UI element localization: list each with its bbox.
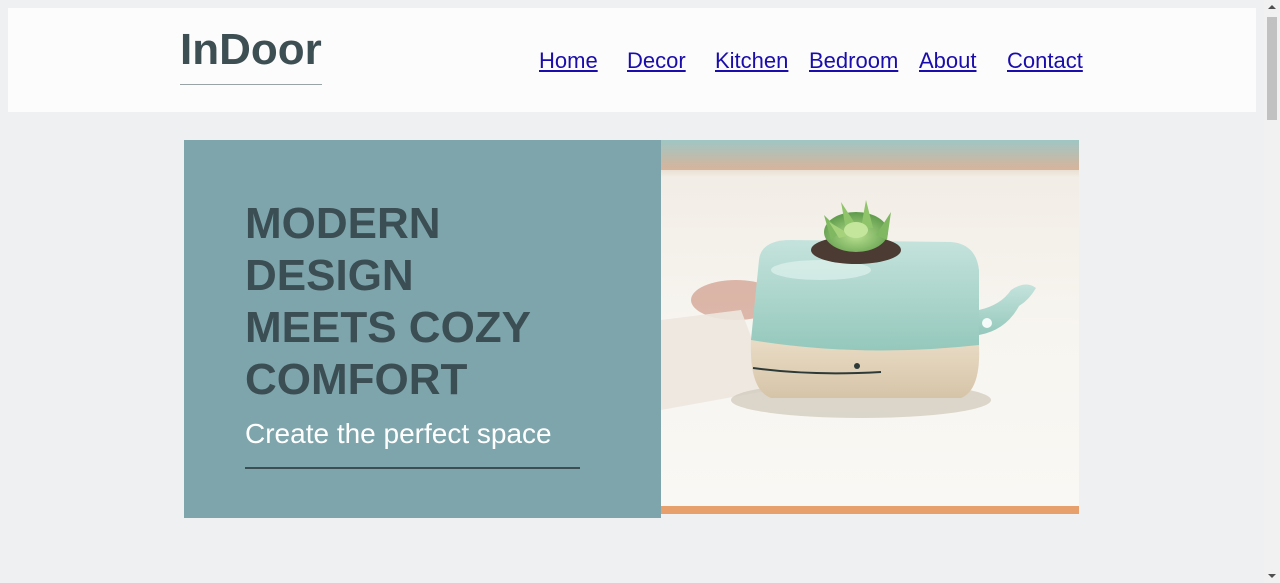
nav-link-about[interactable]: About bbox=[919, 48, 977, 74]
scroll-down-arrow-icon[interactable] bbox=[1268, 574, 1276, 578]
page-background: InDoor Home Decor Kitchen Bedroom About … bbox=[0, 0, 1264, 583]
hero-text-panel: MODERN DESIGN MEETS COZY COMFORT Create … bbox=[184, 140, 661, 518]
headline-line: MODERN bbox=[245, 199, 441, 248]
nav-link-decor[interactable]: Decor bbox=[627, 48, 686, 74]
headline-line: MEETS COZY bbox=[245, 303, 532, 352]
vertical-scrollbar[interactable] bbox=[1264, 0, 1280, 583]
headline-line: COMFORT bbox=[245, 355, 468, 404]
hero-image-succulent-whale-planter bbox=[661, 140, 1079, 514]
scroll-up-arrow-icon[interactable] bbox=[1268, 5, 1276, 9]
nav-link-bedroom[interactable]: Bedroom bbox=[809, 48, 898, 74]
hero-headline: MODERN DESIGN MEETS COZY COMFORT bbox=[245, 198, 605, 406]
site-header: InDoor Home Decor Kitchen Bedroom About … bbox=[8, 8, 1256, 112]
headline-line: DESIGN bbox=[245, 251, 414, 300]
nav-link-kitchen[interactable]: Kitchen bbox=[715, 48, 788, 74]
hero-subheading: Create the perfect space bbox=[245, 418, 552, 449]
subheading-underline bbox=[245, 467, 580, 469]
site-logo[interactable]: InDoor bbox=[180, 28, 322, 85]
nav-link-contact[interactable]: Contact bbox=[1007, 48, 1083, 74]
scrollbar-thumb[interactable] bbox=[1267, 17, 1277, 120]
nav-link-home[interactable]: Home bbox=[539, 48, 598, 74]
